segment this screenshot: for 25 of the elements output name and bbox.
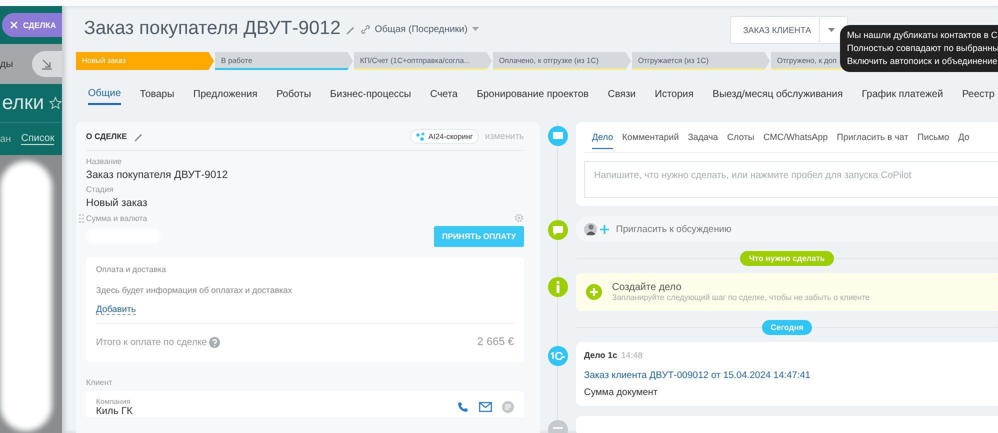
activity-title: Дело 1с — [584, 350, 618, 360]
todo-hint: Запланируйте следующий шаг по сделке, чтобы не забыть о клиенте — [612, 293, 870, 302]
field-label: Название — [86, 157, 123, 166]
field-value: Заказ покупателя ДВУТ-9012 — [86, 169, 229, 181]
panel-title: Оплата и доставка — [96, 265, 167, 274]
menu-text: ды — [0, 58, 14, 70]
timeline-badge: Сегодня — [762, 320, 812, 335]
tooltip-text: Включить автопоиск и объединение — [847, 56, 998, 67]
total-amount: 2 665 € — [477, 336, 514, 348]
company-name: Киль ГК — [96, 406, 132, 417]
field-label: Стадия — [86, 185, 114, 194]
field-label: Сумма и валюта — [86, 214, 148, 222]
field-label: Клиент — [86, 378, 114, 387]
empty-message: Здесь будет информация об оплатах и доставках — [96, 285, 294, 295]
activity-time: 14:48 — [621, 350, 642, 360]
page-title: елки — [2, 92, 44, 114]
document-text: Сумма документ — [584, 387, 659, 398]
deal-title: Заказ покупателя ДВУТ-9012 — [84, 18, 341, 40]
tooltip-text: Мы нашли дубликаты контактов в С — [847, 30, 998, 41]
timeline-badge: Что нужно сделать — [740, 251, 834, 266]
section-title: О СДЕЛКЕ — [86, 132, 127, 140]
tooltip-text: Полностью совпадают по выбранны — [847, 43, 998, 54]
todo-title: Создайте дело — [612, 282, 682, 293]
total-label: Итого к оплате по сделке — [96, 336, 207, 348]
field-value: Новый заказ — [86, 197, 148, 209]
